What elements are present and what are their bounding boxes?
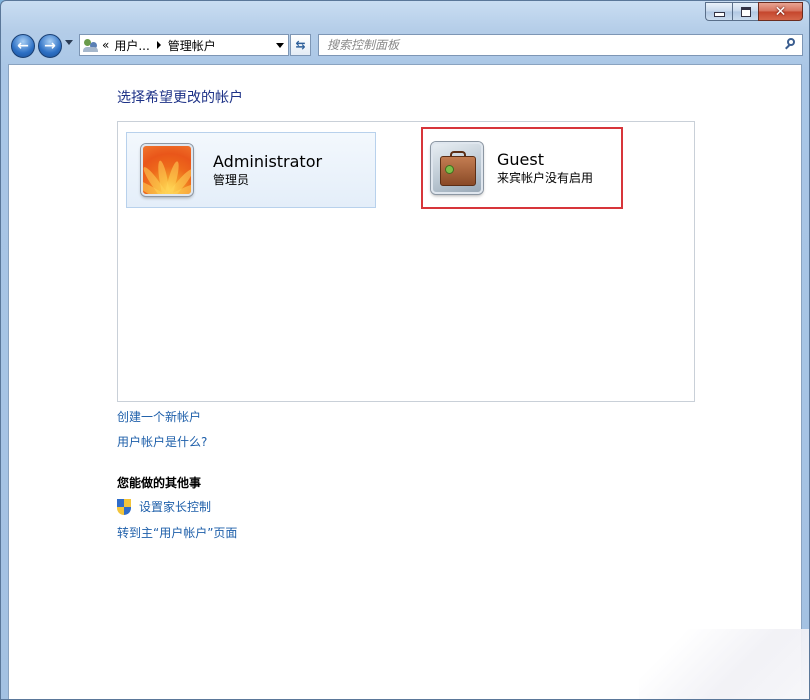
address-segment-user-accounts[interactable]: 用户...: [114, 37, 149, 54]
page-title: 选择希望更改的帐户: [117, 90, 243, 106]
parental-controls-link[interactable]: 设置家长控制: [117, 498, 211, 515]
corner-watermark: [639, 629, 809, 699]
account-text: Guest 来宾帐户没有启用: [497, 150, 593, 186]
address-segment-manage-accounts[interactable]: 管理帐户: [168, 37, 216, 54]
account-role: 来宾帐户没有启用: [497, 171, 594, 185]
uac-shield-icon: [117, 498, 131, 515]
search-input[interactable]: [319, 37, 784, 53]
back-button[interactable]: ←: [11, 34, 35, 58]
control-panel-window: ✕ ← → « 用户... 管理帐户 ⇆ 选择希望更改的帐户: [0, 0, 810, 700]
close-icon: ✕: [774, 3, 787, 20]
forward-button[interactable]: →: [38, 34, 62, 58]
account-tile-guest[interactable]: Guest 来宾帐户没有启用: [421, 127, 623, 209]
address-separator-icon[interactable]: [156, 41, 161, 49]
account-tile-administrator[interactable]: Administrator 管理员: [126, 132, 376, 208]
minimize-icon: [713, 12, 725, 17]
account-role: 管理员: [213, 173, 250, 187]
account-text: Administrator 管理员: [213, 152, 322, 188]
maximize-icon: [740, 6, 751, 17]
create-account-link[interactable]: 创建一个新帐户: [117, 408, 201, 425]
search-box[interactable]: [318, 34, 803, 56]
maximize-button[interactable]: [732, 2, 758, 21]
user-accounts-home-link[interactable]: 转到主“用户帐户”页面: [117, 524, 237, 541]
arrow-left-icon: ←: [17, 38, 29, 54]
what-is-account-link[interactable]: 用户帐户是什么?: [117, 433, 207, 450]
account-name: Administrator: [213, 152, 323, 171]
address-bar[interactable]: « 用户... 管理帐户: [79, 34, 289, 56]
orange-flower-avatar-icon: [141, 144, 193, 196]
caption-buttons: ✕: [705, 2, 803, 21]
other-tasks-heading: 您能做的其他事: [117, 476, 202, 490]
address-chevrons[interactable]: «: [102, 38, 109, 52]
user-accounts-icon: [83, 37, 99, 53]
close-button[interactable]: ✕: [758, 2, 803, 21]
account-name: Guest: [497, 150, 544, 169]
minimize-button[interactable]: [705, 2, 732, 21]
refresh-button[interactable]: ⇆: [290, 34, 311, 56]
search-icon[interactable]: [784, 38, 798, 52]
suitcase-avatar-icon: [431, 142, 483, 194]
accounts-panel: Administrator 管理员 Guest 来宾帐户没有启用: [117, 121, 695, 402]
content-pane: 选择希望更改的帐户 Administrator 管理员 Guest 来宾帐户没有…: [8, 64, 802, 699]
address-dropdown-icon[interactable]: [276, 43, 284, 48]
navigation-bar: ← → « 用户... 管理帐户 ⇆: [9, 32, 803, 60]
recent-pages-dropdown[interactable]: [65, 40, 73, 45]
arrow-right-icon: →: [44, 38, 56, 54]
refresh-icon: ⇆: [295, 38, 306, 52]
parental-controls-label[interactable]: 设置家长控制: [139, 498, 211, 515]
